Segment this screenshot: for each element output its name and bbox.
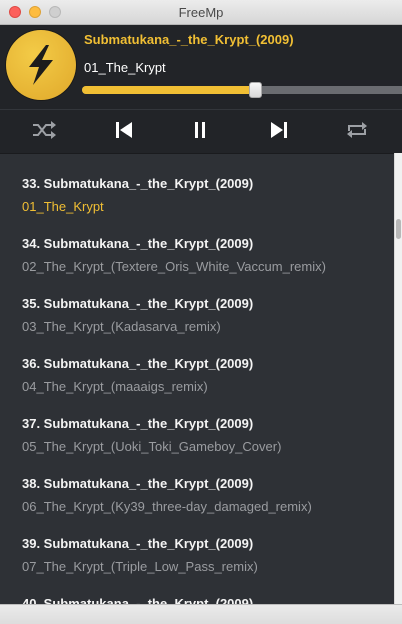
playlist-item-filename: 05_The_Krypt_(Uoki_Toki_Gameboy_Cover) [22,439,282,454]
playlist-item-filename: 01_The_Krypt [22,199,104,214]
window-title: FreeMp [178,5,224,20]
playlist-item-title: 38. Submatukana_-_the_Krypt_(2009) [22,476,254,491]
app-window: FreeMp Submatukana_-_the_Krypt_(2009) 01… [0,0,402,624]
playlist-item-title: 34. Submatukana_-_the_Krypt_(2009) [22,236,254,251]
playlist-item[interactable]: 35. Submatukana_-_the_Krypt_(2009) 03_Th… [22,296,382,334]
playlist-item[interactable]: 34. Submatukana_-_the_Krypt_(2009) 02_Th… [22,236,382,274]
playlist-item[interactable]: 39. Submatukana_-_the_Krypt_(2009) 07_Th… [22,536,382,574]
now-playing-panel: Submatukana_-_the_Krypt_(2009) 01_The_Kr… [0,25,402,153]
playlist-item-title: 37. Submatukana_-_the_Krypt_(2009) [22,416,254,431]
bottom-bar [0,604,402,624]
playlist-item-filename: 02_The_Krypt_(Textere_Oris_White_Vaccum_… [22,259,326,274]
repeat-icon [347,122,367,138]
playlist-item-filename: 07_The_Krypt_(Triple_Low_Pass_remix) [22,559,258,574]
playlist-item-title: 39. Submatukana_-_the_Krypt_(2009) [22,536,254,551]
playlist-scrollbar[interactable] [394,153,402,604]
pause-button[interactable] [187,120,213,140]
skip-next-icon [271,122,287,138]
next-button[interactable] [266,120,292,140]
pause-icon [195,122,205,138]
skip-previous-icon [116,122,132,138]
playback-controls [0,109,402,150]
playlist-item-filename: 06_The_Krypt_(Ky39_three-day_damaged_rem… [22,499,312,514]
playlist-item[interactable]: 36. Submatukana_-_the_Krypt_(2009) 04_Th… [22,356,382,394]
playlist-item[interactable]: 37. Submatukana_-_the_Krypt_(2009) 05_Th… [22,416,382,454]
now-playing-track: 01_The_Krypt [84,60,166,75]
playlist-item-title: 33. Submatukana_-_the_Krypt_(2009) [22,176,254,191]
title-bar: FreeMp [0,0,402,25]
playlist-item-title: 35. Submatukana_-_the_Krypt_(2009) [22,296,254,311]
repeat-button[interactable] [344,120,370,140]
playlist-item-filename: 03_The_Krypt_(Kadasarva_remix) [22,319,221,334]
shuffle-icon [33,121,56,139]
playlist: 33. Submatukana_-_the_Krypt_(2009) 01_Th… [0,153,394,605]
seek-bar-handle[interactable] [248,82,262,98]
lightning-bolt-icon [29,45,53,85]
playlist-item[interactable]: 38. Submatukana_-_the_Krypt_(2009) 06_Th… [22,476,382,514]
seek-bar[interactable] [82,82,402,98]
scrollbar-thumb[interactable] [396,219,401,239]
album-art [6,30,76,100]
seek-bar-fill [82,86,255,94]
shuffle-button[interactable] [31,120,57,140]
playlist-item-filename: 04_The_Krypt_(maaaigs_remix) [22,379,208,394]
playlist-item[interactable]: 33. Submatukana_-_the_Krypt_(2009) 01_Th… [22,176,382,214]
playlist-item-title: 36. Submatukana_-_the_Krypt_(2009) [22,356,254,371]
previous-button[interactable] [111,120,137,140]
now-playing-artist: Submatukana_-_the_Krypt_(2009) [84,32,294,47]
